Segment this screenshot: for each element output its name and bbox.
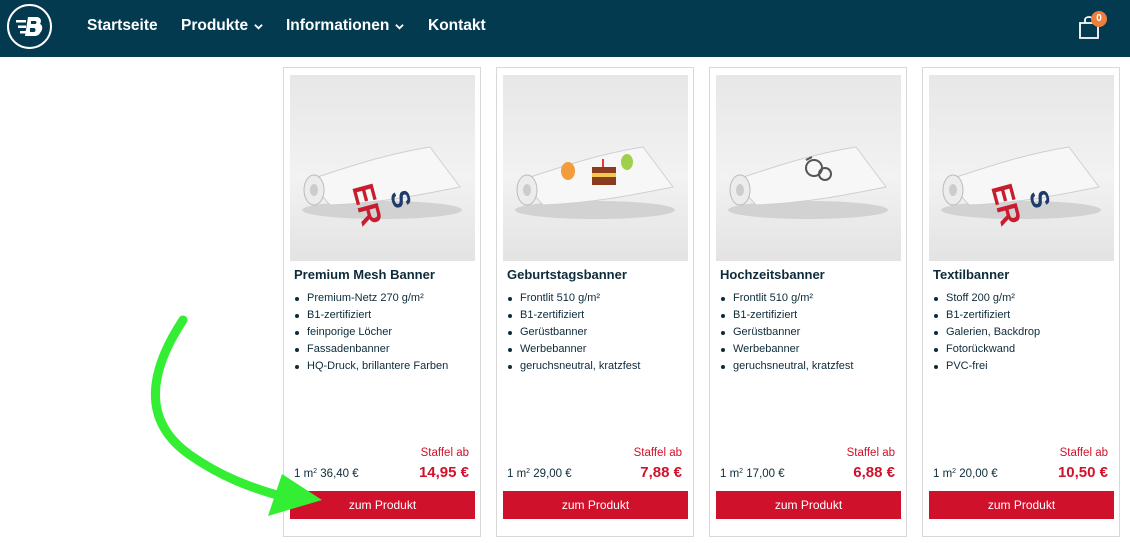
nav-produkte-label: Produkte (181, 17, 249, 34)
chevron-down-icon (395, 23, 405, 30)
zum-produkt-button[interactable]: zum Produkt (290, 491, 475, 519)
cart-count-badge: 0 (1091, 11, 1107, 27)
brand-logo-icon (15, 16, 42, 36)
feature-item: HQ-Druck, brillantere Farben (294, 358, 448, 375)
feature-item: B1-zertifiziert (507, 307, 640, 324)
unit-price: 1 m2 17,00 € (720, 468, 785, 480)
feature-item: Gerüstbanner (507, 324, 640, 341)
product-title[interactable]: Geburtstagsbanner (507, 267, 627, 282)
unit-prefix: 1 m (720, 468, 740, 480)
feature-list: Stoff 200 g/m² B1-zertifiziert Galerien,… (933, 290, 1040, 375)
unit-prefix: 1 m (294, 468, 314, 480)
banner-roll-image: ER S (302, 146, 462, 229)
product-title[interactable]: Hochzeitsbanner (720, 267, 825, 282)
nav-kontakt-label: Kontakt (428, 17, 486, 34)
product-card: ER S Textilbanner Stoff 200 g/m² B1-zert… (922, 67, 1120, 537)
feature-item: Galerien, Backdrop (933, 324, 1040, 341)
brand-logo[interactable] (7, 4, 52, 49)
nav-informationen[interactable]: Informationen (286, 17, 405, 35)
product-image-textilbanner[interactable]: ER S (929, 75, 1114, 261)
product-image-geburtstagsbanner[interactable] (503, 75, 688, 261)
nav-informationen-label: Informationen (286, 17, 390, 34)
staffel-label: Staffel ab (1059, 447, 1108, 459)
feature-item: Gerüstbanner (720, 324, 853, 341)
feature-item: B1-zertifiziert (720, 307, 853, 324)
feature-list: Frontlit 510 g/m² B1-zertifiziert Gerüst… (507, 290, 640, 375)
top-navbar: Startseite Produkte Informationen Kontak… (0, 0, 1130, 57)
feature-item: geruchsneutral, kratzfest (507, 358, 640, 375)
unit-price: 1 m2 36,40 € (294, 468, 359, 480)
unit-value: 17,00 € (743, 468, 785, 480)
feature-item: Premium-Netz 270 g/m² (294, 290, 448, 307)
feature-item: Fassadenbanner (294, 341, 448, 358)
banner-roll-image (515, 146, 675, 219)
unit-price: 1 m2 20,00 € (933, 468, 998, 480)
product-card: Hochzeitsbanner Frontlit 510 g/m² B1-zer… (709, 67, 907, 537)
feature-list: Premium-Netz 270 g/m² B1-zertifiziert fe… (294, 290, 448, 375)
zum-produkt-button[interactable]: zum Produkt (716, 491, 901, 519)
feature-item: geruchsneutral, kratzfest (720, 358, 853, 375)
unit-prefix: 1 m (507, 468, 527, 480)
nav-produkte[interactable]: Produkte (181, 17, 263, 35)
feature-item: Werbebanner (720, 341, 853, 358)
zum-produkt-button[interactable]: zum Produkt (929, 491, 1114, 519)
unit-value: 20,00 € (956, 468, 998, 480)
chevron-down-icon (254, 23, 263, 30)
product-image-mesh-banner[interactable]: ER S (290, 75, 475, 261)
unit-price: 1 m2 29,00 € (507, 468, 572, 480)
feature-item: Fotorückwand (933, 341, 1040, 358)
product-price: 6,88 € (853, 464, 895, 481)
staffel-label: Staffel ab (633, 447, 682, 459)
nav-startseite-label: Startseite (87, 17, 158, 34)
banner-roll-image: ER S (941, 146, 1101, 229)
product-price: 14,95 € (418, 464, 469, 481)
feature-list: Frontlit 510 g/m² B1-zertifiziert Gerüst… (720, 290, 853, 375)
staffel-label: Staffel ab (420, 447, 469, 459)
feature-item: feinporige Löcher (294, 324, 448, 341)
unit-prefix: 1 m (933, 468, 953, 480)
nav-kontakt[interactable]: Kontakt (428, 17, 486, 35)
unit-value: 29,00 € (530, 468, 572, 480)
feature-item: Frontlit 510 g/m² (507, 290, 640, 307)
product-title[interactable]: Premium Mesh Banner (294, 267, 435, 282)
banner-roll-image (728, 146, 888, 219)
unit-value: 36,40 € (317, 468, 359, 480)
product-image-hochzeitsbanner[interactable] (716, 75, 901, 261)
nav-startseite[interactable]: Startseite (87, 17, 158, 35)
staffel-label: Staffel ab (846, 447, 895, 459)
feature-item: Werbebanner (507, 341, 640, 358)
product-price: 10,50 € (1057, 464, 1108, 481)
product-title[interactable]: Textilbanner (933, 267, 1009, 282)
zum-produkt-button[interactable]: zum Produkt (503, 491, 688, 519)
feature-item: B1-zertifiziert (294, 307, 448, 324)
product-card: Geburtstagsbanner Frontlit 510 g/m² B1-z… (496, 67, 694, 537)
feature-item: Stoff 200 g/m² (933, 290, 1040, 307)
product-price: 7,88 € (640, 464, 682, 481)
feature-item: Frontlit 510 g/m² (720, 290, 853, 307)
feature-item: B1-zertifiziert (933, 307, 1040, 324)
feature-item: PVC-frei (933, 358, 1040, 375)
product-card: ER S Premium Mesh Banner Premium-Netz 27… (283, 67, 481, 537)
